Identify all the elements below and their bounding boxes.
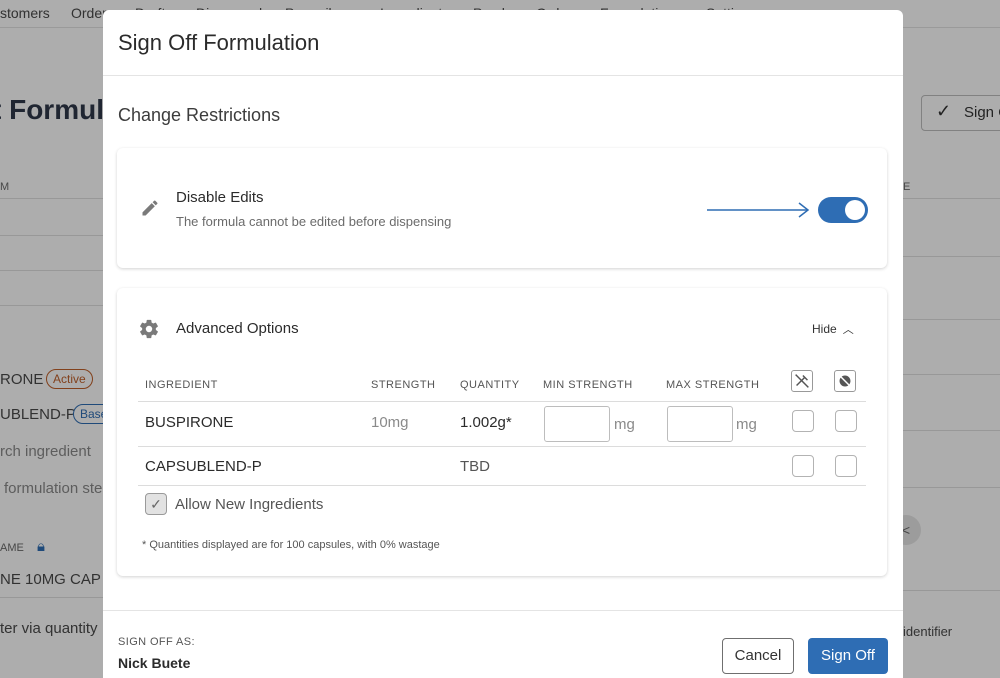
- min-unit: mg: [614, 416, 635, 433]
- toggle-knob: [845, 200, 865, 220]
- disable-edits-card: Disable Edits The formula cannot be edit…: [117, 148, 887, 268]
- hide-checkbox-row2[interactable]: [835, 455, 857, 477]
- modal-title: Sign Off Formulation: [118, 30, 320, 55]
- disable-edits-label: Disable Edits: [176, 189, 264, 206]
- row-quantity: 1.002g*: [460, 414, 512, 431]
- col-ingredient: INGREDIENT: [145, 379, 218, 391]
- col-strength: STRENGTH: [371, 379, 436, 391]
- cancel-button[interactable]: Cancel: [722, 638, 794, 674]
- pencil-icon: [142, 200, 158, 216]
- hide-checkbox-row1[interactable]: [835, 410, 857, 432]
- gear-icon: [140, 319, 158, 339]
- allow-new-ingredients-checkbox[interactable]: ✓: [145, 493, 167, 515]
- max-strength-input[interactable]: [667, 406, 733, 442]
- tools-off-icon: [795, 374, 809, 388]
- min-strength-input[interactable]: [544, 406, 610, 442]
- chevron-up-icon: ︿: [842, 324, 854, 336]
- col-min-strength: MIN STRENGTH: [543, 379, 633, 391]
- row-ingredient-capsublend: CAPSUBLEND-P: [145, 458, 262, 475]
- disable-edits-toggle[interactable]: [818, 197, 868, 223]
- no-edit-column-icon: [791, 370, 813, 392]
- modal-footer: SIGN OFF AS: Nick Buete Cancel Sign Off: [103, 610, 903, 678]
- sign-off-modal: Sign Off Formulation Change Restrictions…: [103, 10, 903, 678]
- max-unit: mg: [736, 416, 757, 433]
- sign-off-user-name: Nick Buete: [118, 655, 191, 671]
- row-ingredient-buspirone: BUSPIRONE: [145, 414, 234, 431]
- col-quantity: QUANTITY: [460, 379, 520, 391]
- hide-label: Hide: [812, 322, 837, 336]
- table-divider: [138, 485, 866, 486]
- visibility-off-icon: [839, 375, 851, 387]
- sign-off-as-label: SIGN OFF AS:: [118, 636, 195, 648]
- row-quantity-tbd: TBD: [460, 458, 490, 475]
- allow-new-ingredients-label: Allow New Ingredients: [175, 496, 324, 513]
- advanced-options-label: Advanced Options: [176, 320, 299, 337]
- table-divider: [138, 446, 866, 447]
- arrow-right-icon: [707, 202, 810, 218]
- advanced-options-card: Advanced Options Hide ︿ INGREDIENT STRENG…: [117, 288, 887, 576]
- sign-off-button[interactable]: Sign Off: [808, 638, 888, 674]
- row-strength: 10mg: [371, 414, 409, 431]
- lock-checkbox-row1[interactable]: [792, 410, 814, 432]
- section-title: Change Restrictions: [118, 105, 281, 125]
- table-divider: [138, 401, 866, 402]
- lock-checkbox-row2[interactable]: [792, 455, 814, 477]
- modal-header: Sign Off Formulation: [103, 10, 903, 76]
- col-max-strength: MAX STRENGTH: [666, 379, 760, 391]
- quantities-footnote: * Quantities displayed are for 100 capsu…: [142, 539, 440, 551]
- disable-edits-description: The formula cannot be edited before disp…: [176, 214, 452, 229]
- hide-column-icon: [834, 370, 856, 392]
- hide-advanced-button[interactable]: Hide ︿: [812, 321, 854, 337]
